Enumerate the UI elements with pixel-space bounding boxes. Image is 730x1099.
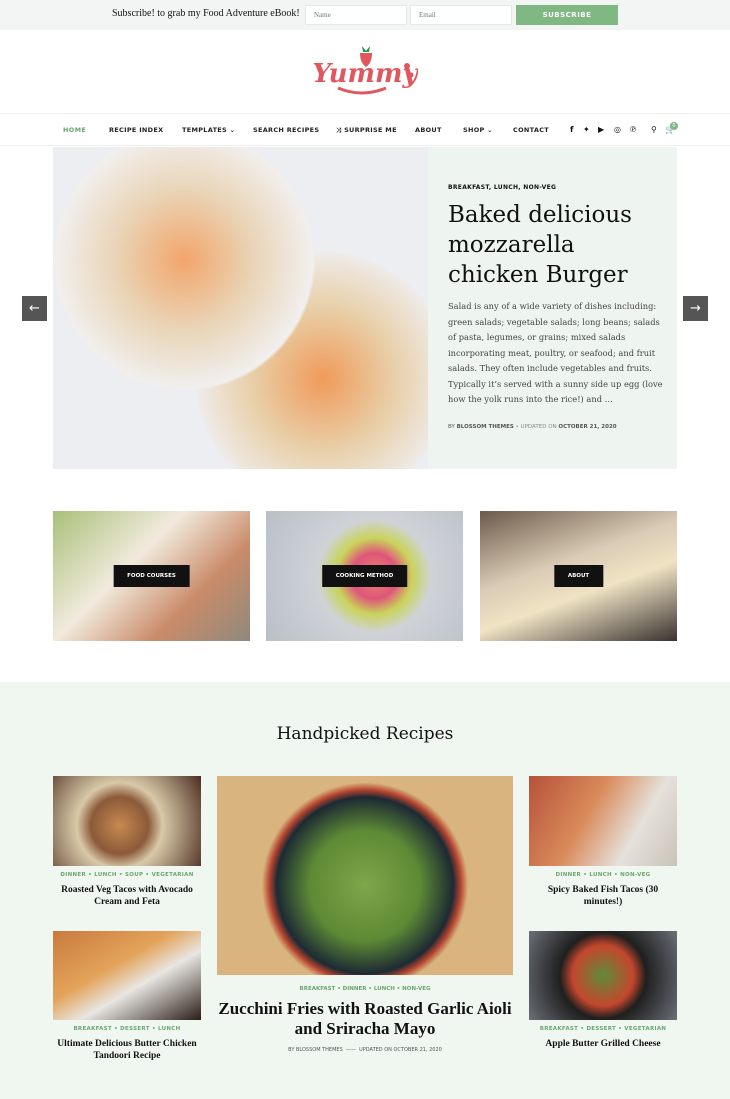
- recipe-card[interactable]: DINNER • LUNCH • NON-VEG Spicy Baked Fis…: [529, 776, 677, 908]
- instagram-icon[interactable]: ◎: [614, 125, 621, 134]
- recipe-title[interactable]: Zucchini Fries with Roasted Garlic Aioli…: [217, 999, 513, 1039]
- youtube-icon[interactable]: ▶: [598, 125, 604, 134]
- category-card-about[interactable]: ABOUT: [480, 511, 677, 641]
- category-label[interactable]: COOKING METHOD: [321, 565, 408, 587]
- nav-recipe-index[interactable]: RECIPE INDEX: [109, 126, 163, 134]
- nav-search-recipes[interactable]: SEARCH RECIPES: [253, 126, 319, 134]
- recipe-title[interactable]: Spicy Baked Fish Tacos (30 minutes!): [529, 884, 677, 908]
- recipe-image[interactable]: [217, 776, 513, 975]
- subscribe-button[interactable]: SUBSCRIBE: [516, 5, 618, 25]
- search-icon[interactable]: ⚲: [651, 125, 657, 134]
- recipe-categories[interactable]: DINNER • LUNCH • SOUP • VEGETARIAN: [53, 872, 201, 878]
- hero-title[interactable]: Baked delicious mozzarella chicken Burge…: [448, 200, 668, 290]
- recipe-categories[interactable]: BREAKFAST • DESSERT • LUNCH: [53, 1026, 201, 1032]
- name-input[interactable]: [305, 5, 407, 25]
- nav-shop[interactable]: SHOP ⌄: [463, 126, 493, 134]
- recipe-title[interactable]: Apple Butter Grilled Cheese: [529, 1038, 677, 1050]
- featured-recipe-card[interactable]: BREAKFAST • DINNER • LUNCH • NON-VEG Zuc…: [217, 776, 513, 1053]
- recipe-meta: BY BLOSSOM THEMES —— UPDATED ON OCTOBER …: [288, 1047, 442, 1053]
- cart-count-badge: 0: [670, 122, 678, 130]
- recipe-categories[interactable]: DINNER • LUNCH • NON-VEG: [529, 872, 677, 878]
- recipe-card[interactable]: BREAKFAST • DESSERT • LUNCH Ultimate Del…: [53, 931, 201, 1062]
- twitter-icon[interactable]: ✦: [583, 125, 590, 134]
- svg-text:Yummy: Yummy: [312, 59, 418, 89]
- category-label[interactable]: ABOUT: [553, 565, 604, 587]
- recipe-card[interactable]: DINNER • LUNCH • SOUP • VEGETARIAN Roast…: [53, 776, 201, 908]
- recipe-categories[interactable]: BREAKFAST • DESSERT • VEGETARIAN: [529, 1026, 677, 1032]
- recipe-author[interactable]: BY BLOSSOM THEMES: [288, 1047, 343, 1053]
- hero-image[interactable]: [53, 147, 428, 469]
- category-card-cooking-method[interactable]: COOKING METHOD: [266, 511, 463, 641]
- category-label[interactable]: FOOD COURSES: [113, 565, 190, 587]
- pinterest-icon[interactable]: ℗: [629, 125, 637, 134]
- email-input[interactable]: [410, 5, 512, 25]
- subscribe-message: Subscribe! to grab my Food Adventure eBo…: [112, 8, 300, 19]
- recipe-categories[interactable]: BREAKFAST • DINNER • LUNCH • NON-VEG: [217, 986, 513, 992]
- recipe-date: UPDATED ON OCTOBER 21, 2020: [359, 1047, 442, 1053]
- main-nav: HOME RECIPE INDEX TEMPLATES ⌄ SEARCH REC…: [0, 113, 730, 146]
- recipe-image[interactable]: [53, 931, 201, 1020]
- nav-home[interactable]: HOME: [63, 126, 86, 134]
- hero-date: OCTOBER 21, 2020: [558, 424, 617, 430]
- recipe-image[interactable]: [529, 931, 677, 1020]
- site-logo[interactable]: Yummy: [312, 44, 420, 100]
- recipe-image[interactable]: [529, 776, 677, 866]
- hero-meta: BY BLOSSOM THEMES • UPDATED ON OCTOBER 2…: [448, 424, 617, 430]
- section-title: Handpicked Recipes: [276, 724, 454, 744]
- by-label: BY: [448, 424, 455, 430]
- hero-author[interactable]: BLOSSOM THEMES: [457, 424, 514, 430]
- facebook-icon[interactable]: f: [570, 125, 573, 134]
- nav-surprise-me[interactable]: ⤨ SURPRISE ME: [336, 126, 397, 135]
- prev-slide-button[interactable]: ←: [22, 296, 47, 321]
- hero-excerpt: Salad is any of a wide variety of dishes…: [448, 301, 663, 404]
- strawberry-logo-icon: Yummy: [312, 46, 420, 95]
- next-slide-button[interactable]: →: [683, 296, 708, 321]
- nav-templates[interactable]: TEMPLATES ⌄: [182, 126, 235, 134]
- updated-label: • UPDATED ON: [515, 424, 557, 430]
- hero-categories[interactable]: BREAKFAST, LUNCH, NON-VEG: [448, 184, 556, 191]
- subscribe-bar: Subscribe! to grab my Food Adventure eBo…: [0, 0, 730, 30]
- nav-contact[interactable]: CONTACT: [513, 126, 549, 134]
- category-card-food-courses[interactable]: FOOD COURSES: [53, 511, 250, 641]
- nav-about[interactable]: ABOUT: [415, 126, 442, 134]
- recipe-title[interactable]: Ultimate Delicious Butter Chicken Tandoo…: [53, 1038, 201, 1062]
- recipe-card[interactable]: BREAKFAST • DESSERT • VEGETARIAN Apple B…: [529, 931, 677, 1050]
- recipe-image[interactable]: [53, 776, 201, 866]
- recipe-title[interactable]: Roasted Veg Tacos with Avocado Cream and…: [53, 884, 201, 908]
